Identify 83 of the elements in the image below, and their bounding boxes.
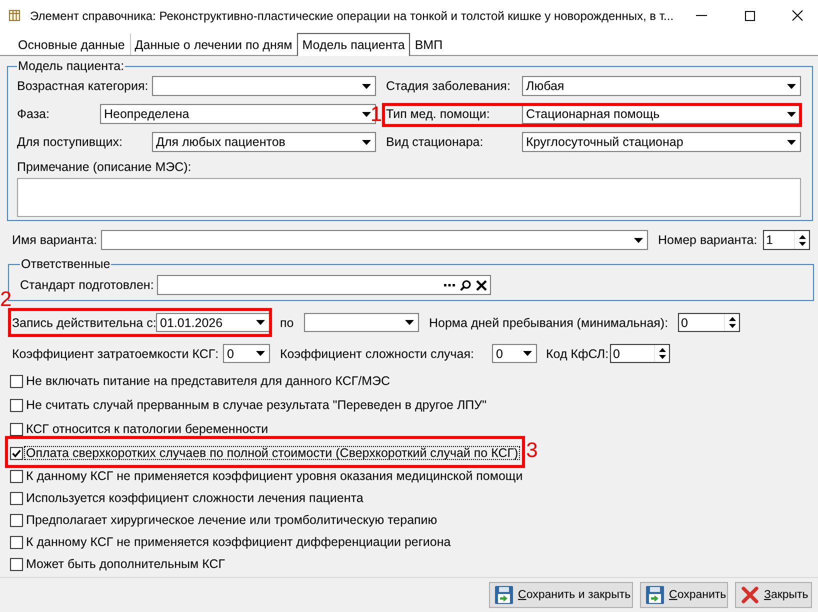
checkbox[interactable]	[10, 422, 23, 436]
close-icon	[741, 586, 759, 604]
table-icon	[9, 10, 20, 21]
dropdown[interactable]	[304, 313, 419, 332]
dropdown[interactable]: 0	[223, 344, 270, 363]
checkbox-label: К данному КСГ не применяется коэффициент дифференциации региона	[25, 535, 452, 549]
field-label: Коэффициент сложности случая:	[280, 346, 476, 360]
caret-icon[interactable]	[362, 84, 371, 88]
tab[interactable]: Модель пациента	[297, 33, 410, 56]
caret-up-icon[interactable]	[728, 317, 736, 321]
save-and-close-button[interactable]: Сохранить и закрыть	[489, 582, 633, 608]
caret-down-icon[interactable]	[728, 324, 736, 328]
checkbox-label: Оплата сверхкоротких случаев по полной стоимости (Сверхкороткий случай по КСГ)	[24, 446, 520, 460]
field-label: Номер варианта:	[658, 233, 758, 247]
dropdown[interactable]: 01.01.2026	[156, 313, 270, 332]
dropdown[interactable]: Любая	[522, 76, 801, 96]
checkbox-label: Используется коэффициент сложности лечения пациента	[25, 491, 364, 505]
field-label: Запись действительна с:	[12, 316, 156, 330]
field-label: Примечание (описание МЭС):	[17, 160, 192, 174]
caret-icon[interactable]	[523, 351, 532, 356]
caret-icon[interactable]	[787, 140, 796, 144]
caret-icon[interactable]	[362, 112, 371, 116]
group-title: Модель пациента:	[17, 59, 126, 73]
save-button[interactable]: Сохранить	[640, 582, 728, 608]
caret-icon[interactable]	[787, 112, 796, 116]
checkbox[interactable]	[10, 398, 23, 412]
caret-icon[interactable]	[362, 140, 371, 144]
field-label: Стадия заболевания:	[386, 79, 512, 93]
dropdown[interactable]	[101, 230, 648, 250]
checkbox-label: Может быть дополнительным КСГ	[25, 557, 226, 571]
field-label: Норма дней пребывания (минимальная):	[429, 316, 670, 330]
close-icon[interactable]	[792, 10, 803, 21]
checkbox[interactable]	[10, 470, 23, 482]
field-label: Коэффициент затратоемкости КСГ:	[12, 346, 220, 360]
maximize-icon[interactable]	[745, 10, 755, 20]
window-title: Элемент справочника: Реконструктивно-пластические операции на тонкой и толстой кишке у новорожденных, в т...	[30, 8, 674, 22]
checkbox-label: Предполагает хирургическое лечение или тромболитическую терапию	[25, 513, 438, 527]
dropdown[interactable]: 0	[492, 344, 537, 363]
group-title: Ответственные	[20, 257, 112, 271]
ellipsis-icon[interactable]	[444, 284, 455, 286]
field-label: Для поступивщих:	[17, 135, 124, 149]
close-button[interactable]: Закрыть	[735, 582, 812, 608]
spin-field[interactable]: 0	[678, 313, 740, 332]
dropdown[interactable]: Для любых пациентов	[152, 132, 376, 152]
tab[interactable]: Основные данные	[13, 33, 130, 55]
clear-icon[interactable]	[476, 280, 487, 290]
caret-down-icon[interactable]	[658, 355, 666, 359]
field-label: Код КфСЛ:	[546, 346, 610, 360]
checkbox[interactable]	[10, 446, 23, 460]
field-label: Тип мед. помощи:	[386, 107, 491, 121]
note-field[interactable]	[17, 178, 801, 217]
checkbox[interactable]	[10, 558, 23, 570]
caret-icon[interactable]	[787, 84, 796, 88]
field-label: Стандарт подготовлен:	[20, 278, 155, 292]
lookup-field[interactable]	[157, 275, 491, 295]
caret-icon[interactable]	[256, 351, 265, 356]
checkbox[interactable]	[10, 492, 23, 504]
caret-down-icon[interactable]	[798, 242, 806, 246]
spin-field[interactable]: 1	[763, 230, 810, 250]
checkbox-label: К данному КСГ не применяется коэффициент уровня оказания медицинской помощи	[25, 469, 524, 483]
checkbox-label: Не включать питание на представителя для данного КСГ/МЭС	[25, 374, 392, 388]
caret-icon[interactable]	[256, 320, 265, 325]
field-label: Возрастная категория:	[17, 79, 150, 93]
dropdown[interactable]: Круглосуточный стационар	[522, 132, 801, 152]
search-icon[interactable]	[460, 280, 471, 290]
field-label: Вид стационара:	[386, 135, 484, 149]
callout-number: 3	[526, 440, 538, 461]
tab[interactable]: ВМП	[410, 33, 448, 55]
checkbox[interactable]	[10, 536, 23, 548]
field-label: Фаза:	[17, 107, 50, 121]
caret-icon[interactable]	[405, 320, 414, 325]
checkbox[interactable]	[10, 514, 23, 526]
dropdown[interactable]	[152, 76, 376, 96]
callout-number: 2	[0, 289, 12, 310]
caret-icon[interactable]	[634, 238, 643, 242]
checkbox-label: Не считать случай прерванным в случае результата "Переведен в другое ЛПУ"	[25, 398, 488, 412]
caret-up-icon[interactable]	[798, 234, 806, 238]
caret-up-icon[interactable]	[658, 348, 666, 352]
checkbox-label: КСГ относится к патологии беременности	[25, 422, 270, 436]
field-label: по	[280, 316, 295, 330]
checkbox[interactable]	[10, 374, 23, 388]
field-label: Имя варианта:	[12, 233, 98, 247]
spin-field[interactable]: 0	[610, 344, 670, 363]
